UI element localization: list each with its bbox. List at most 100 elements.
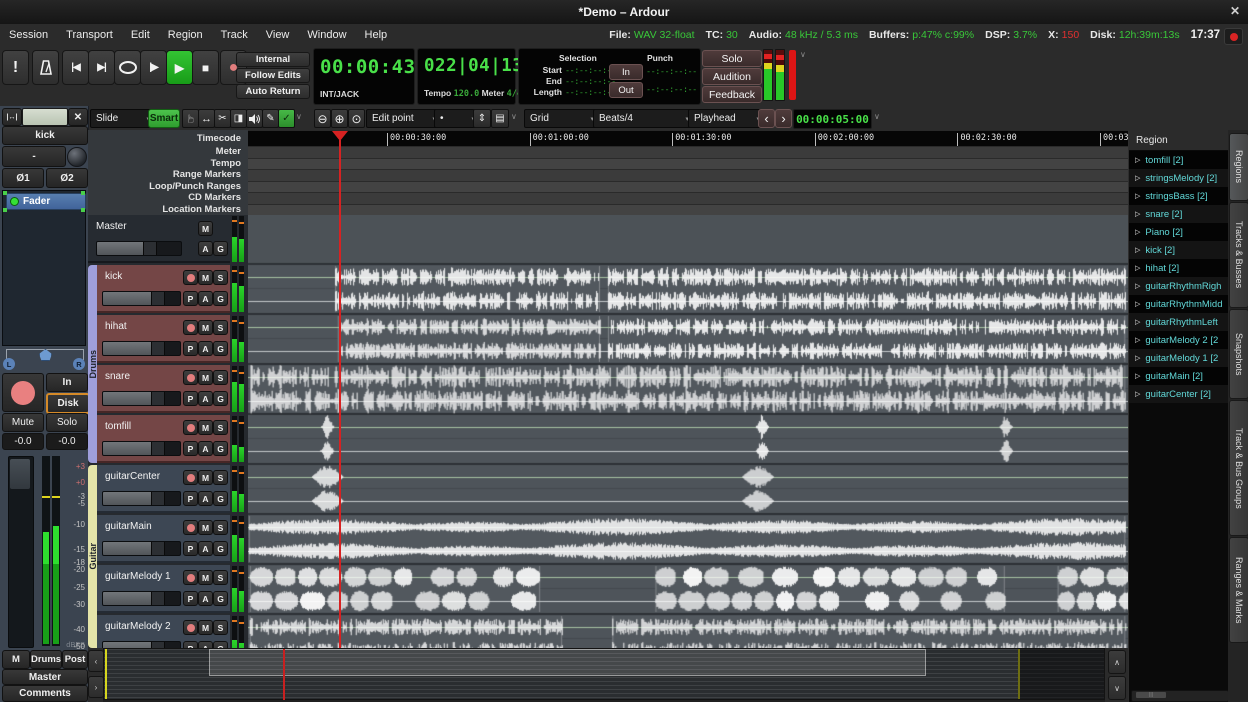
transport-stop-button[interactable]: ■ bbox=[192, 50, 219, 85]
ruler-strip[interactable]: 00:00:30:0000:01:00:0000:01:30:0000:02:0… bbox=[248, 130, 1128, 215]
session-summary[interactable] bbox=[103, 648, 1105, 700]
track-fader[interactable] bbox=[102, 591, 181, 606]
region-list-item[interactable]: ▷guitarMain [2] bbox=[1129, 367, 1229, 385]
gain-display[interactable]: -0.0 bbox=[2, 433, 44, 450]
track-mute-button[interactable]: M bbox=[198, 570, 213, 585]
editor-tracks-canvas[interactable] bbox=[248, 215, 1128, 648]
group-tab-guitar[interactable]: Guitar bbox=[88, 465, 97, 648]
track-playlist-button[interactable]: P bbox=[183, 641, 198, 648]
toggle-auto-return[interactable]: Auto Return bbox=[236, 84, 310, 99]
menu-edit[interactable]: Edit bbox=[122, 29, 159, 41]
side-tab-ranges-marks[interactable]: Ranges & Marks bbox=[1229, 537, 1248, 643]
secondary-clock[interactable]: 022|04|1341 Tempo 120.0 Meter 4/4 bbox=[417, 48, 516, 105]
track-auto-button[interactable]: A bbox=[198, 441, 213, 456]
track-solo-button[interactable]: S bbox=[213, 520, 228, 535]
transport-goto-start-button[interactable]: |◀ bbox=[62, 50, 89, 85]
region-list-item[interactable]: ▷stringsBass [2] bbox=[1129, 187, 1229, 205]
track-header-guitarcenter[interactable]: guitarCenterMSPAG bbox=[97, 465, 230, 513]
processor-led[interactable] bbox=[10, 197, 19, 206]
track-playlist-button[interactable]: P bbox=[183, 441, 198, 456]
track-mute-button[interactable]: M bbox=[198, 470, 213, 485]
punch-in-button[interactable]: In bbox=[609, 64, 643, 80]
solo-button[interactable]: Solo bbox=[46, 413, 88, 432]
transport-goto-end-button[interactable]: ▶| bbox=[88, 50, 115, 85]
record-status-button[interactable] bbox=[1224, 28, 1243, 45]
track-auto-button[interactable]: A bbox=[198, 291, 213, 306]
region-list-item[interactable]: ▷guitarRhythmMidd bbox=[1129, 295, 1229, 313]
phase-2-button[interactable]: Ø2 bbox=[46, 168, 88, 188]
chevron-down-icon[interactable]: ∨ bbox=[874, 112, 880, 121]
track-fader[interactable] bbox=[102, 641, 181, 648]
track-record-arm-button[interactable] bbox=[183, 520, 198, 535]
track-playlist-button[interactable]: P bbox=[183, 291, 198, 306]
track-solo-button[interactable]: S bbox=[213, 470, 228, 485]
track-auto-button[interactable]: A bbox=[198, 591, 213, 606]
track-header-guitarmain[interactable]: guitarMainMSPAG bbox=[97, 515, 230, 563]
monitor-audition-button[interactable]: Audition bbox=[702, 68, 762, 85]
expand-triangle-icon[interactable]: ▷ bbox=[1135, 318, 1140, 326]
track-record-arm-button[interactable] bbox=[183, 420, 198, 435]
track-group-button[interactable]: G bbox=[213, 441, 228, 456]
track-playlist-button[interactable]: P bbox=[183, 591, 198, 606]
input-monitor-button[interactable]: In bbox=[46, 373, 88, 392]
strip-tab-m[interactable]: M bbox=[2, 650, 30, 669]
mute-button[interactable]: Mute bbox=[2, 413, 44, 432]
transport-midi-panic-button[interactable]: ! bbox=[2, 50, 29, 85]
track-header-hihat[interactable]: hihatMSPAG bbox=[97, 315, 230, 363]
transport-play-range-button[interactable]: |▶ bbox=[140, 50, 167, 85]
grid-type-dropdown[interactable]: Beats/4 bbox=[593, 109, 695, 128]
track-mute-button[interactable]: M bbox=[198, 420, 213, 435]
fader-handle[interactable] bbox=[151, 292, 165, 305]
track-record-arm-button[interactable] bbox=[183, 470, 198, 485]
strip-tab-post[interactable]: Post bbox=[62, 650, 88, 669]
scroll-left-button[interactable]: ‹ bbox=[88, 650, 104, 672]
scroll-right-button[interactable]: › bbox=[88, 676, 104, 698]
ruler-band-location-markers[interactable] bbox=[248, 204, 1128, 216]
track-group-button[interactable]: G bbox=[213, 391, 228, 406]
track-header-tomfill[interactable]: tomfillMSPAG bbox=[97, 415, 230, 463]
region-list-scrollbar[interactable] bbox=[1131, 690, 1229, 702]
track-auto-button[interactable]: A bbox=[198, 341, 213, 356]
track-record-arm-button[interactable] bbox=[183, 320, 198, 335]
strip-track-name[interactable]: kick bbox=[2, 126, 88, 145]
track-fader[interactable] bbox=[102, 491, 181, 506]
track-auto-button[interactable]: A bbox=[198, 491, 213, 506]
comments-button[interactable]: Comments bbox=[2, 685, 88, 702]
menu-view[interactable]: View bbox=[257, 29, 299, 41]
side-tab-regions[interactable]: Regions bbox=[1229, 133, 1248, 201]
track-group-button[interactable]: G bbox=[213, 541, 228, 556]
edit-mode-dropdown[interactable]: Slide bbox=[90, 109, 156, 128]
region-list-item[interactable]: ▷kick [2] bbox=[1129, 241, 1229, 259]
narrow-strip-button[interactable]: |↔| bbox=[2, 108, 22, 126]
track-fader[interactable] bbox=[102, 341, 181, 356]
track-group-button[interactable]: G bbox=[213, 641, 228, 648]
track-playlist-button[interactable]: P bbox=[183, 491, 198, 506]
nudge-back-button[interactable]: ‹ bbox=[758, 109, 775, 128]
zoom-in-button[interactable]: ⊕ bbox=[331, 109, 348, 128]
transport-play-button[interactable]: ▶ bbox=[166, 50, 193, 85]
scroll-down-button[interactable]: ∨ bbox=[1108, 676, 1126, 700]
punch-out-button[interactable]: Out bbox=[609, 82, 643, 98]
region-list-item[interactable]: ▷hihat [2] bbox=[1129, 259, 1229, 277]
menu-session[interactable]: Session bbox=[0, 29, 57, 41]
track-auto-button[interactable]: A bbox=[198, 541, 213, 556]
track-solo-button[interactable]: S bbox=[213, 420, 228, 435]
nudge-clock[interactable]: 00:00:05:00 bbox=[793, 109, 872, 129]
track-record-arm-button[interactable] bbox=[183, 570, 198, 585]
smart-mode-button[interactable]: Smart bbox=[148, 109, 180, 128]
track-mute-button[interactable]: M bbox=[198, 370, 213, 385]
chevron-down-icon[interactable]: ∨ bbox=[800, 50, 806, 59]
note-tool-button[interactable]: ✓ bbox=[278, 109, 295, 128]
close-strip-icon[interactable]: ✕ bbox=[68, 108, 88, 126]
track-header-snare[interactable]: snareMSPAG bbox=[97, 365, 230, 413]
range-tool-button[interactable]: ↔ bbox=[198, 109, 215, 128]
fader-handle[interactable] bbox=[151, 592, 165, 605]
region-list-item[interactable]: ▷tomfill [2] bbox=[1129, 151, 1229, 169]
hand-tool-button[interactable]: ☞ bbox=[182, 109, 199, 128]
track-mute-button[interactable]: M bbox=[198, 620, 213, 635]
menu-transport[interactable]: Transport bbox=[57, 29, 122, 41]
toggle-follow-edits[interactable]: Follow Edits bbox=[236, 68, 310, 83]
track-mute-button[interactable]: M bbox=[198, 221, 213, 236]
ruler-band-tempo[interactable] bbox=[248, 158, 1128, 170]
pan-thumb[interactable] bbox=[39, 349, 52, 361]
